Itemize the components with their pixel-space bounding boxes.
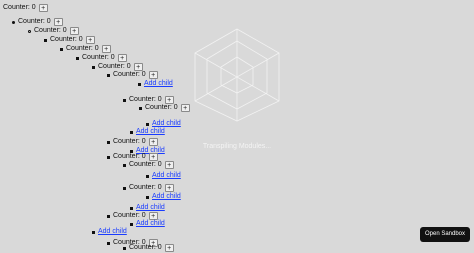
list-bullet-icon	[146, 195, 149, 199]
add-child-link[interactable]: Add child	[152, 171, 181, 181]
list-bullet-icon	[107, 73, 110, 77]
list-bullet-icon	[107, 241, 110, 245]
add-child-row: Add child	[138, 79, 173, 89]
increment-button[interactable]: +	[117, 54, 127, 62]
increment-button[interactable]: +	[180, 104, 190, 112]
codesandbox-cube-icon	[194, 28, 280, 122]
list-bullet-icon	[60, 47, 63, 51]
counter-label: Counter: 0	[129, 244, 162, 251]
list-bullet-icon	[44, 38, 47, 42]
list-bullet-icon	[76, 56, 79, 60]
list-bullet-icon	[107, 214, 110, 218]
add-child-row: Add child	[130, 219, 165, 229]
add-child-link[interactable]: Add child	[136, 127, 165, 137]
counter-label: Counter: 0	[145, 104, 178, 111]
list-bullet-icon	[123, 246, 126, 250]
counter-row: Counter: 0 +	[139, 103, 190, 113]
counter-row: Counter: 0 +	[3, 3, 48, 13]
list-bullet-icon	[28, 29, 31, 33]
increment-button[interactable]: +	[85, 36, 95, 44]
add-child-row: Add child	[92, 227, 127, 237]
list-bullet-icon	[92, 230, 95, 234]
list-bullet-icon	[92, 65, 95, 69]
increment-button[interactable]: +	[38, 4, 48, 12]
open-sandbox-button[interactable]: Open Sandbox	[420, 227, 470, 242]
add-child-row: Add child	[130, 127, 165, 137]
list-bullet-icon	[130, 130, 133, 134]
list-bullet-icon	[123, 98, 126, 102]
increment-button[interactable]: +	[69, 27, 79, 35]
increment-button[interactable]: +	[101, 45, 111, 53]
add-child-link[interactable]: Add child	[136, 219, 165, 229]
add-child-row: Add child	[146, 171, 181, 181]
increment-button[interactable]: +	[164, 161, 174, 169]
list-bullet-icon	[138, 82, 141, 86]
list-bullet-icon	[146, 174, 149, 178]
increment-button[interactable]: +	[148, 71, 158, 79]
counter-row: Counter: 0 +	[123, 160, 174, 170]
counter-label: Counter: 0	[129, 161, 162, 168]
list-bullet-icon	[130, 206, 133, 210]
list-bullet-icon	[139, 106, 142, 110]
transpiling-status: Transpiling Modules...	[202, 143, 272, 150]
counter-row: Counter: 0 +	[123, 243, 174, 253]
list-bullet-icon	[12, 20, 15, 24]
increment-button[interactable]: +	[164, 184, 174, 192]
add-child-row: Add child	[146, 192, 181, 202]
increment-button[interactable]: +	[53, 18, 63, 26]
list-bullet-icon	[130, 222, 133, 226]
list-bullet-icon	[123, 163, 126, 167]
add-child-link[interactable]: Add child	[144, 79, 173, 89]
add-child-link[interactable]: Add child	[98, 227, 127, 237]
increment-button[interactable]: +	[164, 244, 174, 252]
add-child-link[interactable]: Add child	[152, 192, 181, 202]
counter-label: Counter: 0	[3, 4, 36, 11]
list-bullet-icon	[146, 122, 149, 126]
list-bullet-icon	[123, 186, 126, 190]
list-bullet-icon	[107, 155, 110, 159]
